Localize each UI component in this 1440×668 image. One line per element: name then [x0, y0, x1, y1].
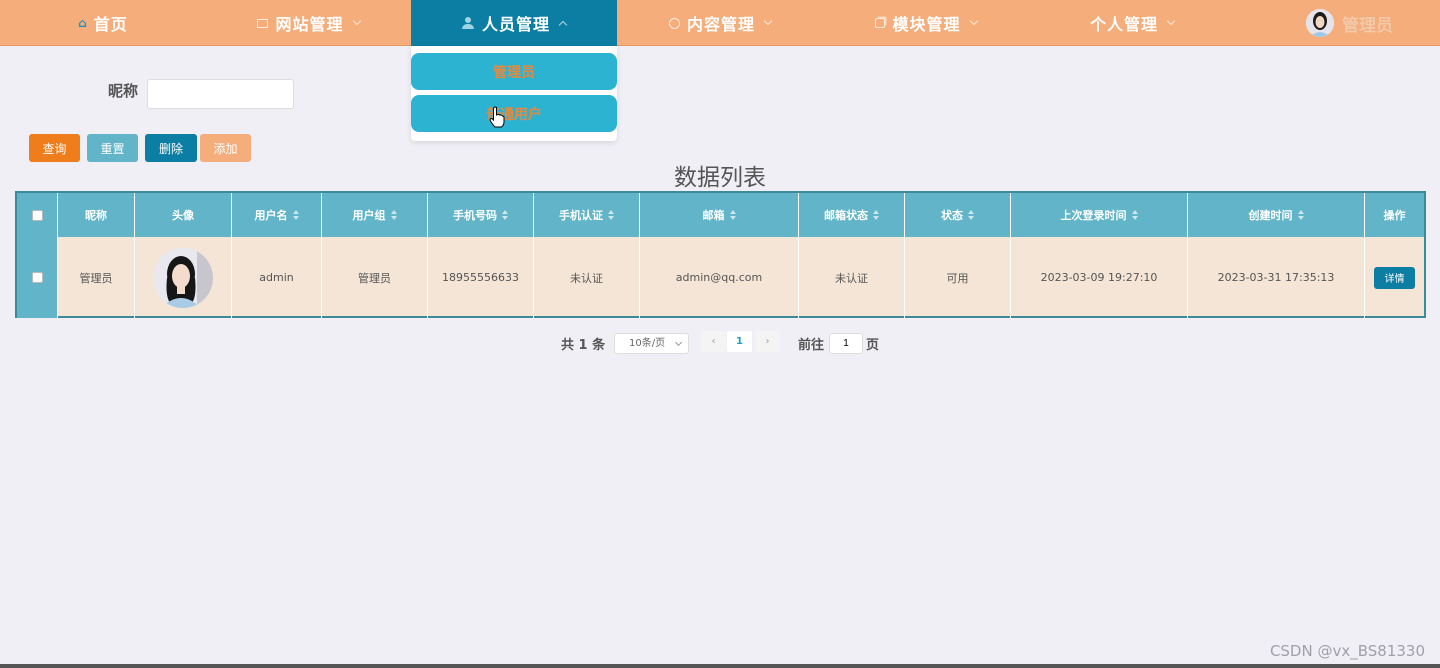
cell-created: 2023-03-31 17:35:13: [1188, 237, 1365, 318]
column-header[interactable]: 邮箱: [640, 193, 799, 237]
nav-personal-label: 个人管理: [1089, 15, 1158, 34]
page-size-value: 10条/页: [629, 338, 666, 349]
cell-phone: 18955556633: [428, 237, 534, 318]
avatar: [1306, 9, 1334, 37]
column-header[interactable]: 手机认证: [534, 193, 640, 237]
column-header[interactable]: 用户名: [232, 193, 322, 237]
chevron-down-icon: [1166, 16, 1176, 26]
chevron-down-icon: [352, 16, 361, 26]
chevron-down-icon: [969, 16, 978, 26]
sort-icon[interactable]: [292, 210, 299, 220]
column-header: 操作: [1383, 209, 1406, 222]
nav-username: 管理员: [1342, 15, 1393, 36]
nav-user-menu[interactable]: 管理员: [1306, 0, 1393, 46]
cell-username: admin: [232, 237, 322, 318]
table-header: 昵称 头像 用户名 用户组 手机号码 手机认证 邮箱 邮箱状态 状态 上次登录时…: [17, 193, 1424, 237]
chevron-down-icon: [674, 338, 683, 347]
hand-cursor-icon: [489, 106, 505, 128]
row-checkbox[interactable]: [31, 272, 43, 283]
chevron-up-icon: [558, 20, 568, 30]
sort-icon[interactable]: [608, 210, 614, 220]
column-header: 头像: [135, 193, 232, 237]
people-management-dropdown: 管理员 普通用户: [411, 46, 617, 141]
copy-icon: [875, 18, 886, 28]
pagination-total: 共 1 条: [561, 338, 606, 353]
column-header[interactable]: 邮箱状态: [799, 193, 905, 237]
select-all-checkbox[interactable]: [31, 209, 43, 221]
cell-group: 管理员: [322, 237, 428, 318]
list-title: 数据列表: [674, 165, 766, 191]
goto-page-input[interactable]: [829, 333, 863, 354]
nav-module-label: 模块管理: [892, 15, 961, 34]
prev-page-button[interactable]: ‹: [701, 331, 726, 352]
data-table: 昵称 头像 用户名 用户组 手机号码 手机认证 邮箱 邮箱状态 状态 上次登录时…: [15, 191, 1426, 318]
column-header[interactable]: 创建时间: [1188, 193, 1365, 237]
column-header[interactable]: 用户组: [322, 193, 428, 237]
top-nav: ⌂ 首页 网站管理 人员管理 内容管理 模块管理 个人管理 管理员: [0, 0, 1440, 46]
sort-icon[interactable]: [873, 210, 879, 220]
goto-label: 前往: [798, 338, 825, 353]
bottom-border: [0, 664, 1440, 668]
nav-personal-management[interactable]: 个人管理: [1029, 0, 1235, 46]
cell-status: 可用: [905, 237, 1011, 318]
nickname-label: 昵称: [108, 82, 139, 100]
page-size-select[interactable]: 10条/页: [614, 333, 689, 354]
nickname-search-input[interactable]: [147, 79, 294, 109]
nav-people-management[interactable]: 人员管理: [411, 0, 617, 46]
page-suffix-label: 页: [866, 338, 880, 353]
column-header[interactable]: 状态: [905, 193, 1011, 237]
sort-icon[interactable]: [1297, 210, 1304, 220]
dropdown-item-admin[interactable]: 管理员: [411, 53, 617, 90]
chat-icon: [668, 17, 680, 29]
cell-phone-auth: 未认证: [534, 237, 640, 318]
page-number-button[interactable]: 1: [727, 331, 752, 352]
cell-action: 详情: [1365, 237, 1424, 318]
cell-nickname: 管理员: [58, 237, 135, 318]
cell-avatar: [135, 237, 232, 318]
nav-home-label: 首页: [93, 15, 128, 34]
nav-people-label: 人员管理: [481, 15, 550, 34]
table-row: 管理员 admin 管理员 18955556633 未认证 admin@qq.c…: [17, 237, 1424, 318]
home-icon: ⌂: [78, 16, 88, 30]
nav-content-label: 内容管理: [686, 15, 755, 34]
dropdown-item-normal-user[interactable]: 普通用户: [411, 95, 617, 132]
cell-email: admin@qq.com: [640, 237, 799, 318]
sort-icon[interactable]: [502, 210, 508, 220]
sort-icon[interactable]: [968, 210, 974, 220]
user-icon: [461, 17, 474, 29]
nav-module-management[interactable]: 模块管理: [823, 0, 1029, 46]
column-header[interactable]: 手机号码: [428, 193, 534, 237]
nav-site-management[interactable]: 网站管理: [206, 0, 411, 46]
row-select-cell[interactable]: [17, 237, 58, 318]
sort-icon[interactable]: [1131, 210, 1138, 220]
monitor-icon: [257, 18, 269, 28]
column-header[interactable]: 上次登录时间: [1011, 193, 1188, 237]
nav-site-label: 网站管理: [275, 15, 344, 34]
watermark: CSDN @vx_BS81330: [1269, 642, 1425, 660]
cell-last-login: 2023-03-09 19:27:10: [1011, 237, 1188, 318]
nav-content-management[interactable]: 内容管理: [617, 0, 823, 46]
cell-email-status: 未认证: [799, 237, 905, 318]
header-select-all[interactable]: [17, 193, 58, 237]
avatar: [153, 247, 213, 308]
nav-home[interactable]: ⌂ 首页: [0, 0, 206, 46]
next-page-button[interactable]: ›: [755, 331, 780, 352]
detail-button[interactable]: 详情: [1374, 266, 1415, 289]
chevron-down-icon: [763, 16, 773, 26]
sort-icon[interactable]: [729, 210, 736, 220]
column-header[interactable]: 昵称: [58, 193, 135, 237]
sort-icon[interactable]: [390, 210, 397, 220]
